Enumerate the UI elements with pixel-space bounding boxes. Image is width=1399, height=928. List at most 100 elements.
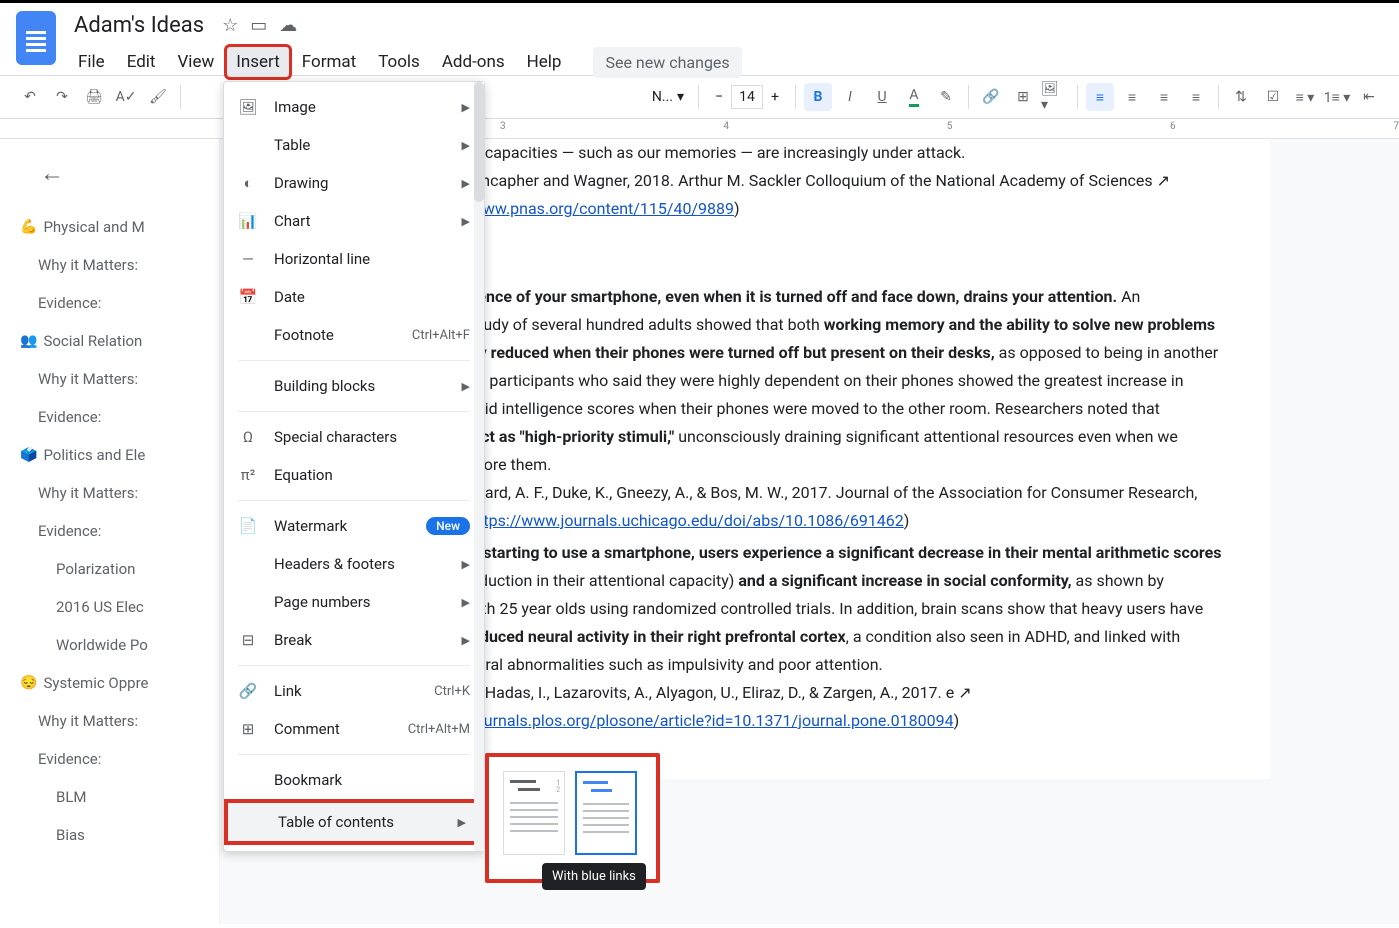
- watermark-icon: 📄: [238, 516, 258, 536]
- insert-date[interactable]: 📅Date: [224, 278, 484, 316]
- insert-table-of-contents[interactable]: Table of contents▶: [228, 803, 480, 841]
- decrease-indent-button[interactable]: ⇤: [1355, 83, 1383, 111]
- outline-item[interactable]: Evidence:: [20, 512, 219, 550]
- insert-comment[interactable]: ⊞CommentCtrl+Alt+M: [224, 710, 484, 748]
- print-button[interactable]: 🖨: [80, 83, 108, 111]
- outline-item[interactable]: Bias: [20, 816, 219, 854]
- citation-link[interactable]: https://www.journals.uchicago.edu/doi/ab…: [469, 511, 903, 530]
- document-title[interactable]: Adam's Ideas: [68, 11, 210, 40]
- outline-emoji-icon: 😔: [20, 675, 37, 691]
- insert-horizontal-line[interactable]: —Horizontal line: [224, 240, 484, 278]
- new-badge: New: [426, 517, 470, 535]
- outline-item[interactable]: Evidence:: [20, 284, 219, 322]
- bold-button[interactable]: B: [804, 83, 832, 111]
- paint-format-button[interactable]: 🖌: [144, 83, 172, 111]
- align-center-button[interactable]: ≡: [1118, 83, 1146, 111]
- outline-label: Why it Matters:: [38, 256, 138, 274]
- bulleted-list-button[interactable]: ≡ ▾: [1291, 83, 1319, 111]
- font-size-increase[interactable]: +: [763, 85, 787, 109]
- image-icon: 🖼: [238, 97, 258, 117]
- outline-item[interactable]: Worldwide Po: [20, 626, 219, 664]
- insert-image-button[interactable]: 🖼 ▾: [1041, 83, 1069, 111]
- insert-comment-button[interactable]: ⊞: [1009, 83, 1037, 111]
- outline-item[interactable]: BLM: [20, 778, 219, 816]
- menu-format[interactable]: Format: [292, 46, 366, 78]
- outline-item[interactable]: Why it Matters:: [20, 474, 219, 512]
- ruler[interactable]: 34567: [0, 119, 1399, 139]
- insert-image[interactable]: 🖼Image▶: [224, 88, 484, 126]
- menu-view[interactable]: View: [167, 46, 224, 78]
- tooltip: With blue links: [542, 863, 646, 890]
- outline-item[interactable]: Why it Matters:: [20, 246, 219, 284]
- checklist-button[interactable]: ☑: [1259, 83, 1287, 111]
- highlight-button[interactable]: ✎: [932, 83, 960, 111]
- outline-label: Why it Matters:: [38, 484, 138, 502]
- align-right-button[interactable]: ≡: [1150, 83, 1178, 111]
- undo-button[interactable]: ↶: [16, 83, 44, 111]
- insert-building-blocks[interactable]: Building blocks▶: [224, 367, 484, 405]
- toc-option-with-page-numbers[interactable]: 12: [503, 771, 565, 855]
- outline-collapse-icon[interactable]: ←: [20, 159, 219, 188]
- insert-link[interactable]: 🔗LinkCtrl+K: [224, 672, 484, 710]
- menu-help[interactable]: Help: [517, 46, 572, 78]
- see-new-changes[interactable]: See new changes: [593, 47, 741, 78]
- numbered-list-button[interactable]: 1≡ ▾: [1323, 83, 1351, 111]
- outline-item[interactable]: Why it Matters:: [20, 702, 219, 740]
- outline-label: Polarization: [56, 560, 135, 578]
- cloud-icon[interactable]: ☁: [279, 15, 297, 36]
- outline-label: Worldwide Po: [56, 636, 148, 654]
- insert-page-numbers[interactable]: Page numbers▶: [224, 583, 484, 621]
- insert-equation[interactable]: π²Equation: [224, 456, 484, 494]
- star-icon[interactable]: ☆: [222, 15, 238, 36]
- citation-link[interactable]: https://journals.plos.org/plosone/articl…: [419, 711, 954, 730]
- align-justify-button[interactable]: ≡: [1182, 83, 1210, 111]
- toc-option-with-blue-links[interactable]: [575, 771, 637, 855]
- menu-insert[interactable]: Insert: [226, 46, 290, 78]
- insert-drawing[interactable]: ◐Drawing▶: [224, 164, 484, 202]
- menu-tools[interactable]: Tools: [368, 46, 430, 78]
- insert-headers-footers[interactable]: Headers & footers▶: [224, 545, 484, 583]
- outline-item[interactable]: 👥Social Relation: [20, 322, 219, 360]
- outline-item[interactable]: Evidence:: [20, 398, 219, 436]
- blocks-icon: [238, 376, 258, 396]
- spellcheck-button[interactable]: A✓: [112, 83, 140, 111]
- insert-chart[interactable]: 📊Chart▶: [224, 202, 484, 240]
- outline-item[interactable]: 2016 US Elec: [20, 588, 219, 626]
- outline-label: Evidence:: [38, 294, 101, 312]
- insert-break[interactable]: ⊟Break▶: [224, 621, 484, 659]
- insert-link-button[interactable]: 🔗: [977, 83, 1005, 111]
- menu-addons[interactable]: Add-ons: [432, 46, 515, 78]
- align-left-button[interactable]: ≡: [1086, 83, 1114, 111]
- move-icon[interactable]: ▭: [250, 15, 267, 36]
- insert-table[interactable]: Table▶: [224, 126, 484, 164]
- outline-item[interactable]: Evidence:: [20, 740, 219, 778]
- font-size-decrease[interactable]: −: [707, 85, 731, 109]
- italic-button[interactable]: I: [836, 83, 864, 111]
- menu-file[interactable]: File: [68, 46, 115, 78]
- outline-item[interactable]: 💪Physical and M: [20, 208, 219, 246]
- outline-emoji-icon: 👥: [20, 333, 37, 349]
- outline-item[interactable]: 🗳️Politics and Ele: [20, 436, 219, 474]
- insert-watermark[interactable]: 📄WatermarkNew: [224, 507, 484, 545]
- line-spacing-button[interactable]: ⇅: [1227, 83, 1255, 111]
- redo-button[interactable]: ↷: [48, 83, 76, 111]
- outline-label: Evidence:: [38, 522, 101, 540]
- outline-item[interactable]: Polarization: [20, 550, 219, 588]
- text-color-button[interactable]: A: [900, 83, 928, 111]
- menu-edit[interactable]: Edit: [117, 46, 166, 78]
- outline-label: Bias: [56, 826, 85, 844]
- underline-button[interactable]: U: [868, 83, 896, 111]
- font-size-input[interactable]: 14: [731, 85, 763, 109]
- outline-label: 2016 US Elec: [56, 598, 144, 616]
- outline-item[interactable]: 😔Systemic Oppre: [20, 664, 219, 702]
- docs-logo[interactable]: [16, 11, 56, 65]
- insert-footnote[interactable]: FootnoteCtrl+Alt+F: [224, 316, 484, 354]
- outline-item[interactable]: Why it Matters:: [20, 360, 219, 398]
- font-select[interactable]: N... ▾: [646, 83, 690, 111]
- pi-icon: π²: [238, 465, 258, 485]
- insert-special-characters[interactable]: ΩSpecial characters: [224, 418, 484, 456]
- list-item: The mere presence of your smartphone, ev…: [374, 283, 1230, 535]
- outline-label: Evidence:: [38, 750, 101, 768]
- date-icon: 📅: [238, 287, 258, 307]
- insert-bookmark[interactable]: Bookmark: [224, 761, 484, 799]
